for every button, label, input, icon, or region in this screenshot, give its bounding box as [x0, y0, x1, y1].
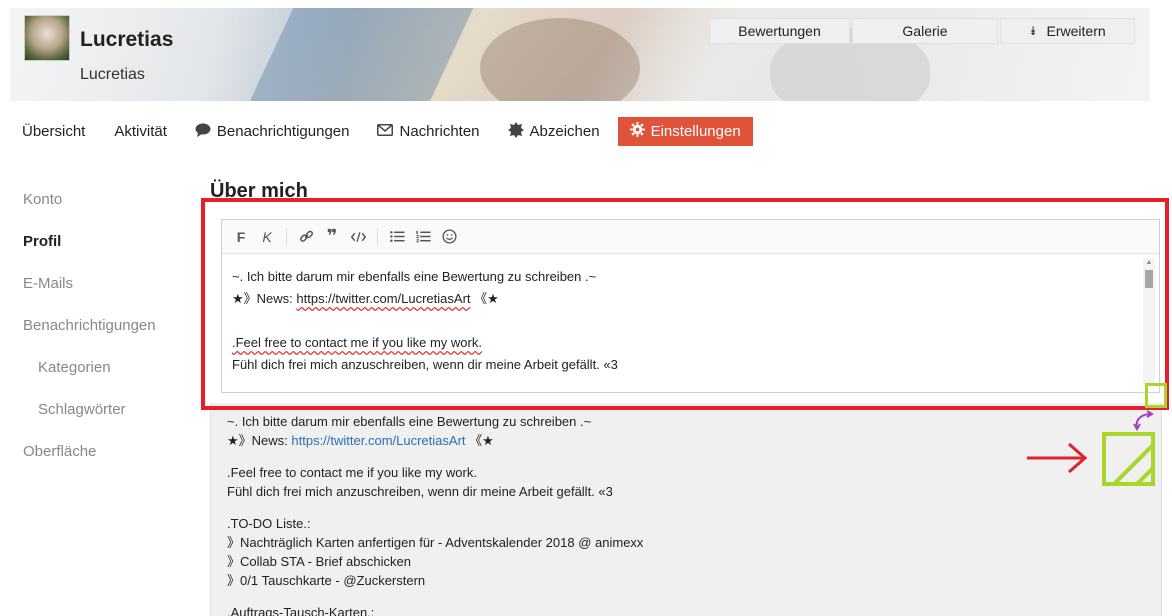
tab-label: Aktivität [114, 122, 167, 140]
tab-label: Abzeichen [529, 122, 600, 140]
badge-icon [507, 121, 524, 141]
tab-label: Benachrichtigungen [216, 122, 350, 140]
resize-handle-highlight[interactable] [1145, 383, 1167, 408]
envelope-icon [377, 123, 394, 139]
preview-line: .Auftrags-Tausch-Karten.: [227, 605, 375, 616]
preview-line: ★》News: https://twitter.com/LucretiasArt… [227, 431, 643, 450]
tab-label: Einstellungen [650, 122, 741, 140]
preview-line: 》0/1 Tauschkarte - @Zuckerstern [227, 573, 426, 588]
editor-line: .Feel free to contact me if you like my … [232, 335, 482, 350]
profile-subtitle: Lucretias [80, 66, 145, 83]
sidebar-item-oberflaeche[interactable]: Oberfläche [23, 430, 156, 472]
avatar[interactable] [24, 15, 70, 61]
arrow-right-icon [1025, 438, 1089, 478]
editor-line: ~. Ich bitte darum mir ebenfalls eine Be… [232, 269, 597, 284]
toolbar-divider [286, 227, 287, 246]
profile-tabs: Übersicht Aktivität Benachrichtigungen N… [10, 116, 753, 146]
link-icon[interactable] [293, 224, 319, 250]
editor-line: Fühl dich frei mich anzuschreiben, wenn … [232, 357, 618, 372]
preview-line: ~. Ich bitte darum mir ebenfalls eine Be… [227, 414, 592, 429]
page-title: Über mich [210, 180, 308, 202]
editor-text: 《★ [470, 291, 499, 306]
profile-username: Lucretias [80, 28, 174, 51]
quote-icon[interactable]: ❞ [319, 224, 345, 250]
twitter-link[interactable]: https://twitter.com/LucretiasArt [291, 433, 465, 448]
tab-benachrichtigungen[interactable]: Benachrichtigungen [183, 117, 362, 146]
galerie-label: Galerie [902, 23, 948, 39]
banner-artwork-shape [242, 8, 478, 101]
bullet-list-icon[interactable] [384, 224, 410, 250]
tab-abzeichen[interactable]: Abzeichen [496, 117, 612, 146]
sidebar-item-schlagwoerter[interactable]: Schlagwörter [23, 388, 156, 430]
double-chevron-down-icon: ⯯ [1029, 23, 1037, 38]
preview-line: Fühl dich frei mich anzuschreiben, wenn … [227, 484, 613, 499]
sidebar-item-konto[interactable]: Konto [23, 178, 156, 220]
preview-line: .TO-DO Liste.: [227, 516, 311, 531]
preview-line: 》Collab STA - Brief abschicken [227, 554, 411, 569]
about-me-editor[interactable]: F K ❞ ~. Ich bitte darum mir ebenfalls e… [221, 219, 1160, 393]
tab-uebersicht[interactable]: Übersicht [10, 117, 97, 146]
editor-textarea[interactable]: ~. Ich bitte darum mir ebenfalls eine Be… [222, 254, 1159, 392]
scroll-up-icon[interactable]: ▲ [1143, 258, 1155, 268]
editor-scrollbar[interactable]: ▲ [1143, 258, 1155, 386]
tab-einstellungen[interactable]: Einstellungen [617, 116, 753, 146]
sidebar-item-kategorien[interactable]: Kategorien [23, 346, 156, 388]
tab-aktivitaet[interactable]: Aktivität [102, 117, 179, 146]
emoji-icon[interactable] [436, 224, 462, 250]
sidebar-item-benachrichtigungen[interactable]: Benachrichtigungen [23, 304, 156, 346]
resize-grip-highlight [1102, 432, 1155, 486]
sidebar-item-profil[interactable]: Profil [23, 220, 156, 262]
code-icon[interactable] [345, 224, 371, 250]
bewertungen-button[interactable]: Bewertungen [709, 18, 850, 44]
editor-link-text: https://twitter.com/LucretiasArt [296, 291, 471, 306]
galerie-button[interactable]: Galerie [852, 18, 998, 44]
tab-label: Übersicht [22, 122, 86, 140]
preview-line: .Feel free to contact me if you like my … [227, 465, 477, 480]
editor-toolbar: F K ❞ [222, 220, 1159, 254]
editor-text: ★》News: [232, 291, 297, 306]
tab-nachrichten[interactable]: Nachrichten [365, 117, 491, 146]
numbered-list-icon[interactable] [410, 224, 436, 250]
comment-icon [195, 123, 211, 140]
tab-label: Nachrichten [399, 122, 480, 140]
erweitern-button[interactable]: ⯯ Erweitern [1000, 18, 1135, 44]
bold-icon[interactable]: F [228, 224, 254, 250]
scrollbar-thumb[interactable] [1145, 270, 1153, 288]
bewertungen-label: Bewertungen [738, 23, 821, 39]
preview-text: 《★ [465, 433, 494, 448]
preview-text: ★》News: [227, 433, 292, 448]
banner-artwork-shape [480, 18, 640, 101]
erweitern-label: Erweitern [1046, 23, 1106, 39]
sidebar-item-emails[interactable]: E-Mails [23, 262, 156, 304]
editor-line: ★》News: https://twitter.com/LucretiasArt… [232, 288, 1149, 310]
profile-preview: ~. Ich bitte darum mir ebenfalls eine Be… [210, 403, 1162, 616]
preview-line: 》Nachträglich Karten anfertigen für - Ad… [227, 535, 644, 550]
gear-icon [629, 122, 645, 140]
settings-sidebar: Konto Profil E-Mails Benachrichtigungen … [23, 178, 156, 472]
toolbar-divider [377, 227, 378, 246]
italic-icon[interactable]: K [254, 224, 280, 250]
